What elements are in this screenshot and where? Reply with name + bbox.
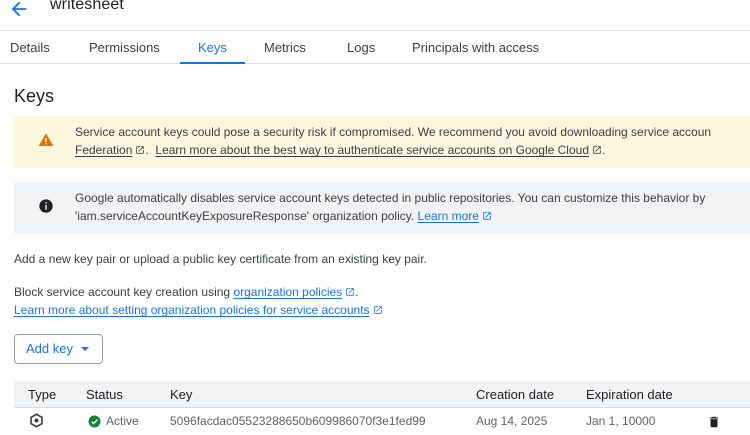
tab-bar: Details Permissions Keys Metrics Logs Pr…	[0, 30, 750, 64]
tab-details[interactable]: Details	[10, 31, 50, 64]
column-header-status[interactable]: Status	[86, 387, 123, 402]
external-link-icon	[346, 288, 354, 296]
delete-icon[interactable]	[707, 414, 721, 430]
policy-learn-more: Learn more about setting organization po…	[14, 303, 383, 317]
organization-policies-link[interactable]: organization policies	[233, 285, 342, 299]
keys-description: Add a new key pair or upload a public ke…	[14, 252, 427, 266]
add-key-button[interactable]: Add key	[14, 334, 103, 364]
column-header-key[interactable]: Key	[170, 387, 192, 402]
policy-suffix: .	[355, 285, 359, 299]
warning-icon	[38, 133, 54, 146]
tab-principals-with-access[interactable]: Principals with access	[412, 31, 539, 64]
status-text: Active	[106, 414, 139, 428]
external-link-icon	[483, 212, 491, 220]
warning-end: .	[602, 143, 606, 157]
key-type-icon	[30, 413, 43, 428]
column-header-creation-date[interactable]: Creation date	[476, 387, 554, 402]
key-id: 5096facdac05523288650b609986070f3e1fed99	[170, 414, 426, 428]
section-title: Keys	[14, 86, 55, 106]
info-text: Google automatically disables service ac…	[75, 191, 706, 205]
table-row: Active 5096facdac05523288650b609986070f3…	[14, 408, 750, 435]
warning-text: Service account keys could pose a securi…	[75, 125, 712, 139]
policy-text: Block service account key creation using…	[14, 285, 359, 299]
external-link-icon	[593, 146, 601, 154]
external-link-icon	[136, 146, 145, 154]
org-policies-learn-more-link[interactable]: Learn more about setting organization po…	[14, 303, 370, 317]
creation-date: Aug 14, 2025	[476, 414, 548, 428]
check-circle-icon	[88, 415, 101, 428]
page-header-title: writesheet	[50, 0, 124, 13]
warning-banner: Service account keys could pose a securi…	[14, 116, 750, 168]
info-banner: Google automatically disables service ac…	[14, 182, 750, 234]
info-text-policy: 'iam.serviceAccountKeyExposureResponse' …	[75, 209, 415, 223]
table-header: Type Status Key Creation date Expiration…	[14, 381, 750, 408]
learn-more-link[interactable]: Learn more	[418, 209, 479, 223]
policy-prefix: Block service account key creation using	[14, 285, 231, 299]
top-bar: writesheet	[0, 0, 750, 30]
tab-keys[interactable]: Keys	[180, 31, 245, 64]
tab-metrics[interactable]: Metrics	[264, 31, 306, 64]
tab-logs[interactable]: Logs	[347, 31, 375, 64]
info-icon	[39, 199, 53, 213]
federation-link[interactable]: Federation	[75, 143, 132, 157]
arrow-left-icon	[11, 1, 27, 17]
column-header-expiration-date[interactable]: Expiration date	[586, 387, 673, 402]
column-header-type[interactable]: Type	[28, 387, 56, 402]
expiration-date: Jan 1, 10000	[586, 414, 656, 428]
authenticate-service-accounts-link[interactable]: Learn more about the best way to authent…	[155, 143, 589, 157]
tab-permissions[interactable]: Permissions	[89, 31, 160, 64]
external-link-icon	[373, 306, 382, 314]
add-key-label: Add key	[26, 341, 73, 356]
dropdown-caret-icon	[81, 347, 89, 351]
back-button[interactable]	[8, 0, 30, 20]
